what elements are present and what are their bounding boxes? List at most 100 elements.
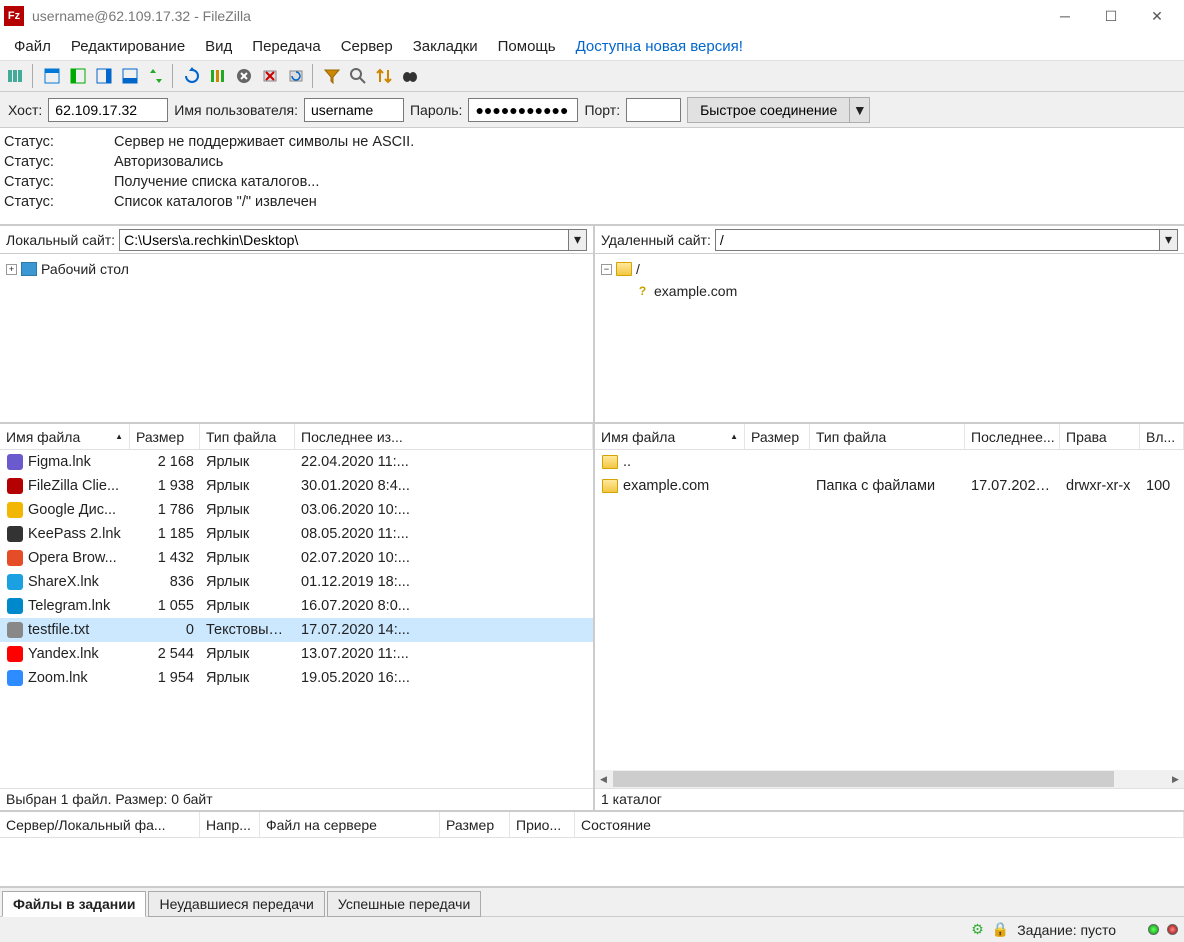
file-row[interactable]: example.comПапка с файлами17.07.2020 ...…: [595, 474, 1184, 498]
toggle-remotetree-icon[interactable]: [92, 64, 116, 88]
toggle-queue-icon[interactable]: [118, 64, 142, 88]
refresh-icon[interactable]: [180, 64, 204, 88]
filter-icon[interactable]: [320, 64, 344, 88]
log-label: Статус:: [4, 192, 114, 212]
col-size[interactable]: Размер: [745, 424, 810, 449]
qcol-remote[interactable]: Файл на сервере: [260, 812, 440, 837]
remote-h-scrollbar[interactable]: ◀ ▶: [595, 770, 1184, 788]
tab-failed[interactable]: Неудавшиеся передачи: [148, 891, 324, 917]
local-path-input[interactable]: [119, 229, 569, 251]
file-date: 02.07.2020 10:...: [295, 550, 593, 566]
log-panel[interactable]: Статус:Сервер не поддерживает символы не…: [0, 128, 1184, 226]
gear-icon[interactable]: ⚙: [971, 921, 984, 938]
local-tree[interactable]: + Рабочий стол: [0, 254, 593, 424]
col-size[interactable]: Размер: [130, 424, 200, 449]
port-input[interactable]: [626, 98, 681, 122]
qcol-dir[interactable]: Напр...: [200, 812, 260, 837]
lock-icon[interactable]: 🔒: [992, 921, 1009, 938]
host-input[interactable]: [48, 98, 168, 122]
qcol-prio[interactable]: Прио...: [510, 812, 575, 837]
remote-path-bar: Удаленный сайт: ▾: [595, 226, 1184, 254]
tree-label: Рабочий стол: [41, 258, 129, 280]
menu-edit[interactable]: Редактирование: [61, 34, 195, 59]
file-date: 17.07.2020 14:...: [295, 622, 593, 638]
file-row[interactable]: Yandex.lnk2 544Ярлык13.07.2020 11:...: [0, 642, 593, 666]
close-button[interactable]: ✕: [1134, 0, 1180, 32]
col-type[interactable]: Тип файла: [200, 424, 295, 449]
remote-tree[interactable]: − / ? example.com: [595, 254, 1184, 424]
menu-transfer[interactable]: Передача: [242, 34, 330, 59]
col-owner[interactable]: Вл...: [1140, 424, 1184, 449]
pass-input[interactable]: [468, 98, 578, 122]
compare-icon[interactable]: [372, 64, 396, 88]
col-name[interactable]: Имя файла▲: [0, 424, 130, 449]
col-date[interactable]: Последнее...: [965, 424, 1060, 449]
file-row[interactable]: Figma.lnk2 168Ярлык22.04.2020 11:...: [0, 450, 593, 474]
tree-node-example[interactable]: ? example.com: [601, 280, 1178, 302]
disconnect-icon[interactable]: [258, 64, 282, 88]
tree-node-root[interactable]: − /: [601, 258, 1178, 280]
process-queue-icon[interactable]: [206, 64, 230, 88]
file-size: 1 954: [130, 670, 200, 686]
col-name[interactable]: Имя файла▲: [595, 424, 745, 449]
queue-body[interactable]: [0, 838, 1184, 886]
file-row[interactable]: FileZilla Clie...1 938Ярлык30.01.2020 8:…: [0, 474, 593, 498]
menu-help[interactable]: Помощь: [488, 34, 566, 59]
toggle-log-icon[interactable]: [40, 64, 64, 88]
quick-connect-dropdown[interactable]: ▼: [850, 97, 870, 123]
tree-node-desktop[interactable]: + Рабочий стол: [6, 258, 587, 280]
tab-success[interactable]: Успешные передачи: [327, 891, 481, 917]
toggle-localtree-icon[interactable]: [66, 64, 90, 88]
file-icon: [6, 573, 24, 591]
menu-bookmarks[interactable]: Закладки: [403, 34, 488, 59]
file-row[interactable]: ShareX.lnk836Ярлык01.12.2019 18:...: [0, 570, 593, 594]
file-row[interactable]: Google Дис...1 786Ярлык03.06.2020 10:...: [0, 498, 593, 522]
file-row[interactable]: ..: [595, 450, 1184, 474]
qcol-size[interactable]: Размер: [440, 812, 510, 837]
remote-list-header: Имя файла▲ Размер Тип файла Последнее...…: [595, 424, 1184, 450]
col-perms[interactable]: Права: [1060, 424, 1140, 449]
sitemanager-icon[interactable]: [4, 64, 28, 88]
local-path-dropdown[interactable]: ▾: [569, 229, 587, 251]
file-icon: [6, 549, 24, 567]
file-size: 1 432: [130, 550, 200, 566]
menu-file[interactable]: Файл: [4, 34, 61, 59]
cancel-icon[interactable]: [232, 64, 256, 88]
remote-path-dropdown[interactable]: ▾: [1160, 229, 1178, 251]
file-type: Папка с файлами: [810, 478, 965, 494]
qcol-state[interactable]: Состояние: [575, 812, 1184, 837]
minimize-button[interactable]: ─: [1042, 0, 1088, 32]
reconnect-icon[interactable]: [284, 64, 308, 88]
user-input[interactable]: [304, 98, 404, 122]
search-icon[interactable]: [346, 64, 370, 88]
col-date[interactable]: Последнее из...: [295, 424, 593, 449]
col-type[interactable]: Тип файла: [810, 424, 965, 449]
maximize-button[interactable]: ☐: [1088, 0, 1134, 32]
binoculars-icon[interactable]: [398, 64, 422, 88]
remote-file-list[interactable]: ..example.comПапка с файлами17.07.2020 .…: [595, 450, 1184, 770]
file-date: 03.06.2020 10:...: [295, 502, 593, 518]
file-size: 836: [130, 574, 200, 590]
file-row[interactable]: Zoom.lnk1 954Ярлык19.05.2020 16:...: [0, 666, 593, 690]
local-file-list[interactable]: Figma.lnk2 168Ярлык22.04.2020 11:...File…: [0, 450, 593, 788]
file-row[interactable]: Opera Brow...1 432Ярлык02.07.2020 10:...: [0, 546, 593, 570]
tree-label: example.com: [654, 280, 737, 302]
file-row[interactable]: KeePass 2.lnk1 185Ярлык08.05.2020 11:...: [0, 522, 593, 546]
file-row[interactable]: Telegram.lnk1 055Ярлык16.07.2020 8:0...: [0, 594, 593, 618]
expand-icon[interactable]: +: [6, 264, 17, 275]
unknown-icon: ?: [635, 284, 650, 299]
menu-view[interactable]: Вид: [195, 34, 242, 59]
quick-connect-button[interactable]: Быстрое соединение: [687, 97, 850, 123]
qcol-server[interactable]: Сервер/Локальный фа...: [0, 812, 200, 837]
log-label: Статус:: [4, 152, 114, 172]
tab-queued[interactable]: Файлы в задании: [2, 891, 146, 917]
quick-connect-bar: Хост: Имя пользователя: Пароль: Порт: Бы…: [0, 92, 1184, 128]
collapse-icon[interactable]: −: [601, 264, 612, 275]
file-row[interactable]: testfile.txt0Текстовый ...17.07.2020 14:…: [0, 618, 593, 642]
menu-server[interactable]: Сервер: [331, 34, 403, 59]
sync-browse-icon[interactable]: [144, 64, 168, 88]
user-label: Имя пользователя:: [174, 102, 298, 118]
remote-path-input[interactable]: [715, 229, 1160, 251]
menu-update[interactable]: Доступна новая версия!: [566, 34, 753, 59]
remote-site-label: Удаленный сайт:: [601, 232, 711, 248]
